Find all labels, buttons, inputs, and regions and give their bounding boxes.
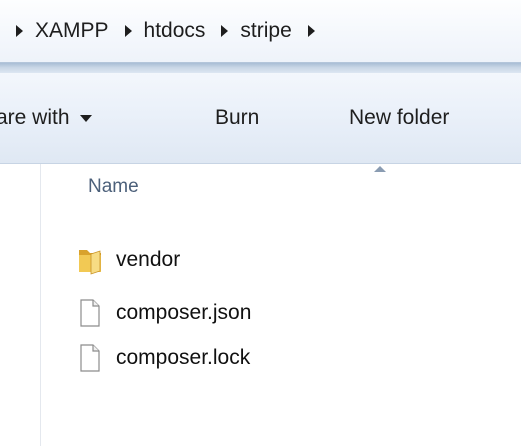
list-item[interactable]: composer.json: [76, 295, 521, 331]
breadcrumb-separator-icon[interactable]: [16, 25, 23, 37]
command-toolbar: are with Burn New folder: [0, 73, 521, 164]
list-item-name: composer.lock: [116, 346, 251, 369]
list-item[interactable]: vendor: [76, 242, 521, 278]
list-item-name: vendor: [116, 248, 181, 271]
list-item[interactable]: composer.lock: [76, 340, 521, 376]
breadcrumb-item-xampp[interactable]: XAMPP: [35, 19, 109, 43]
address-bar[interactable]: XAMPP htdocs stripe: [0, 0, 521, 63]
breadcrumb-separator-icon[interactable]: [307, 25, 315, 37]
sort-ascending-icon: [374, 166, 386, 172]
breadcrumb-separator-icon[interactable]: [221, 25, 229, 37]
file-icon: [80, 299, 100, 327]
file-list-pane[interactable]: Name vendor composer.json composer.lock: [0, 164, 521, 446]
column-header-name[interactable]: Name: [88, 176, 139, 198]
new-folder-button[interactable]: New folder: [349, 106, 449, 130]
list-item-name: composer.json: [116, 301, 252, 324]
folder-icon: [79, 250, 101, 275]
share-with-label: are with: [0, 106, 70, 129]
breadcrumb-item-htdocs[interactable]: htdocs: [144, 19, 206, 43]
chevron-down-icon: [79, 114, 92, 122]
navigation-pane-divider[interactable]: [40, 164, 41, 446]
breadcrumb-item-stripe[interactable]: stripe: [240, 19, 291, 43]
burn-button[interactable]: Burn: [215, 106, 259, 130]
file-icon: [80, 344, 100, 372]
breadcrumb-separator-icon[interactable]: [124, 25, 132, 37]
share-with-button[interactable]: are with: [0, 106, 92, 130]
breadcrumb: XAMPP htdocs stripe: [0, 0, 327, 62]
